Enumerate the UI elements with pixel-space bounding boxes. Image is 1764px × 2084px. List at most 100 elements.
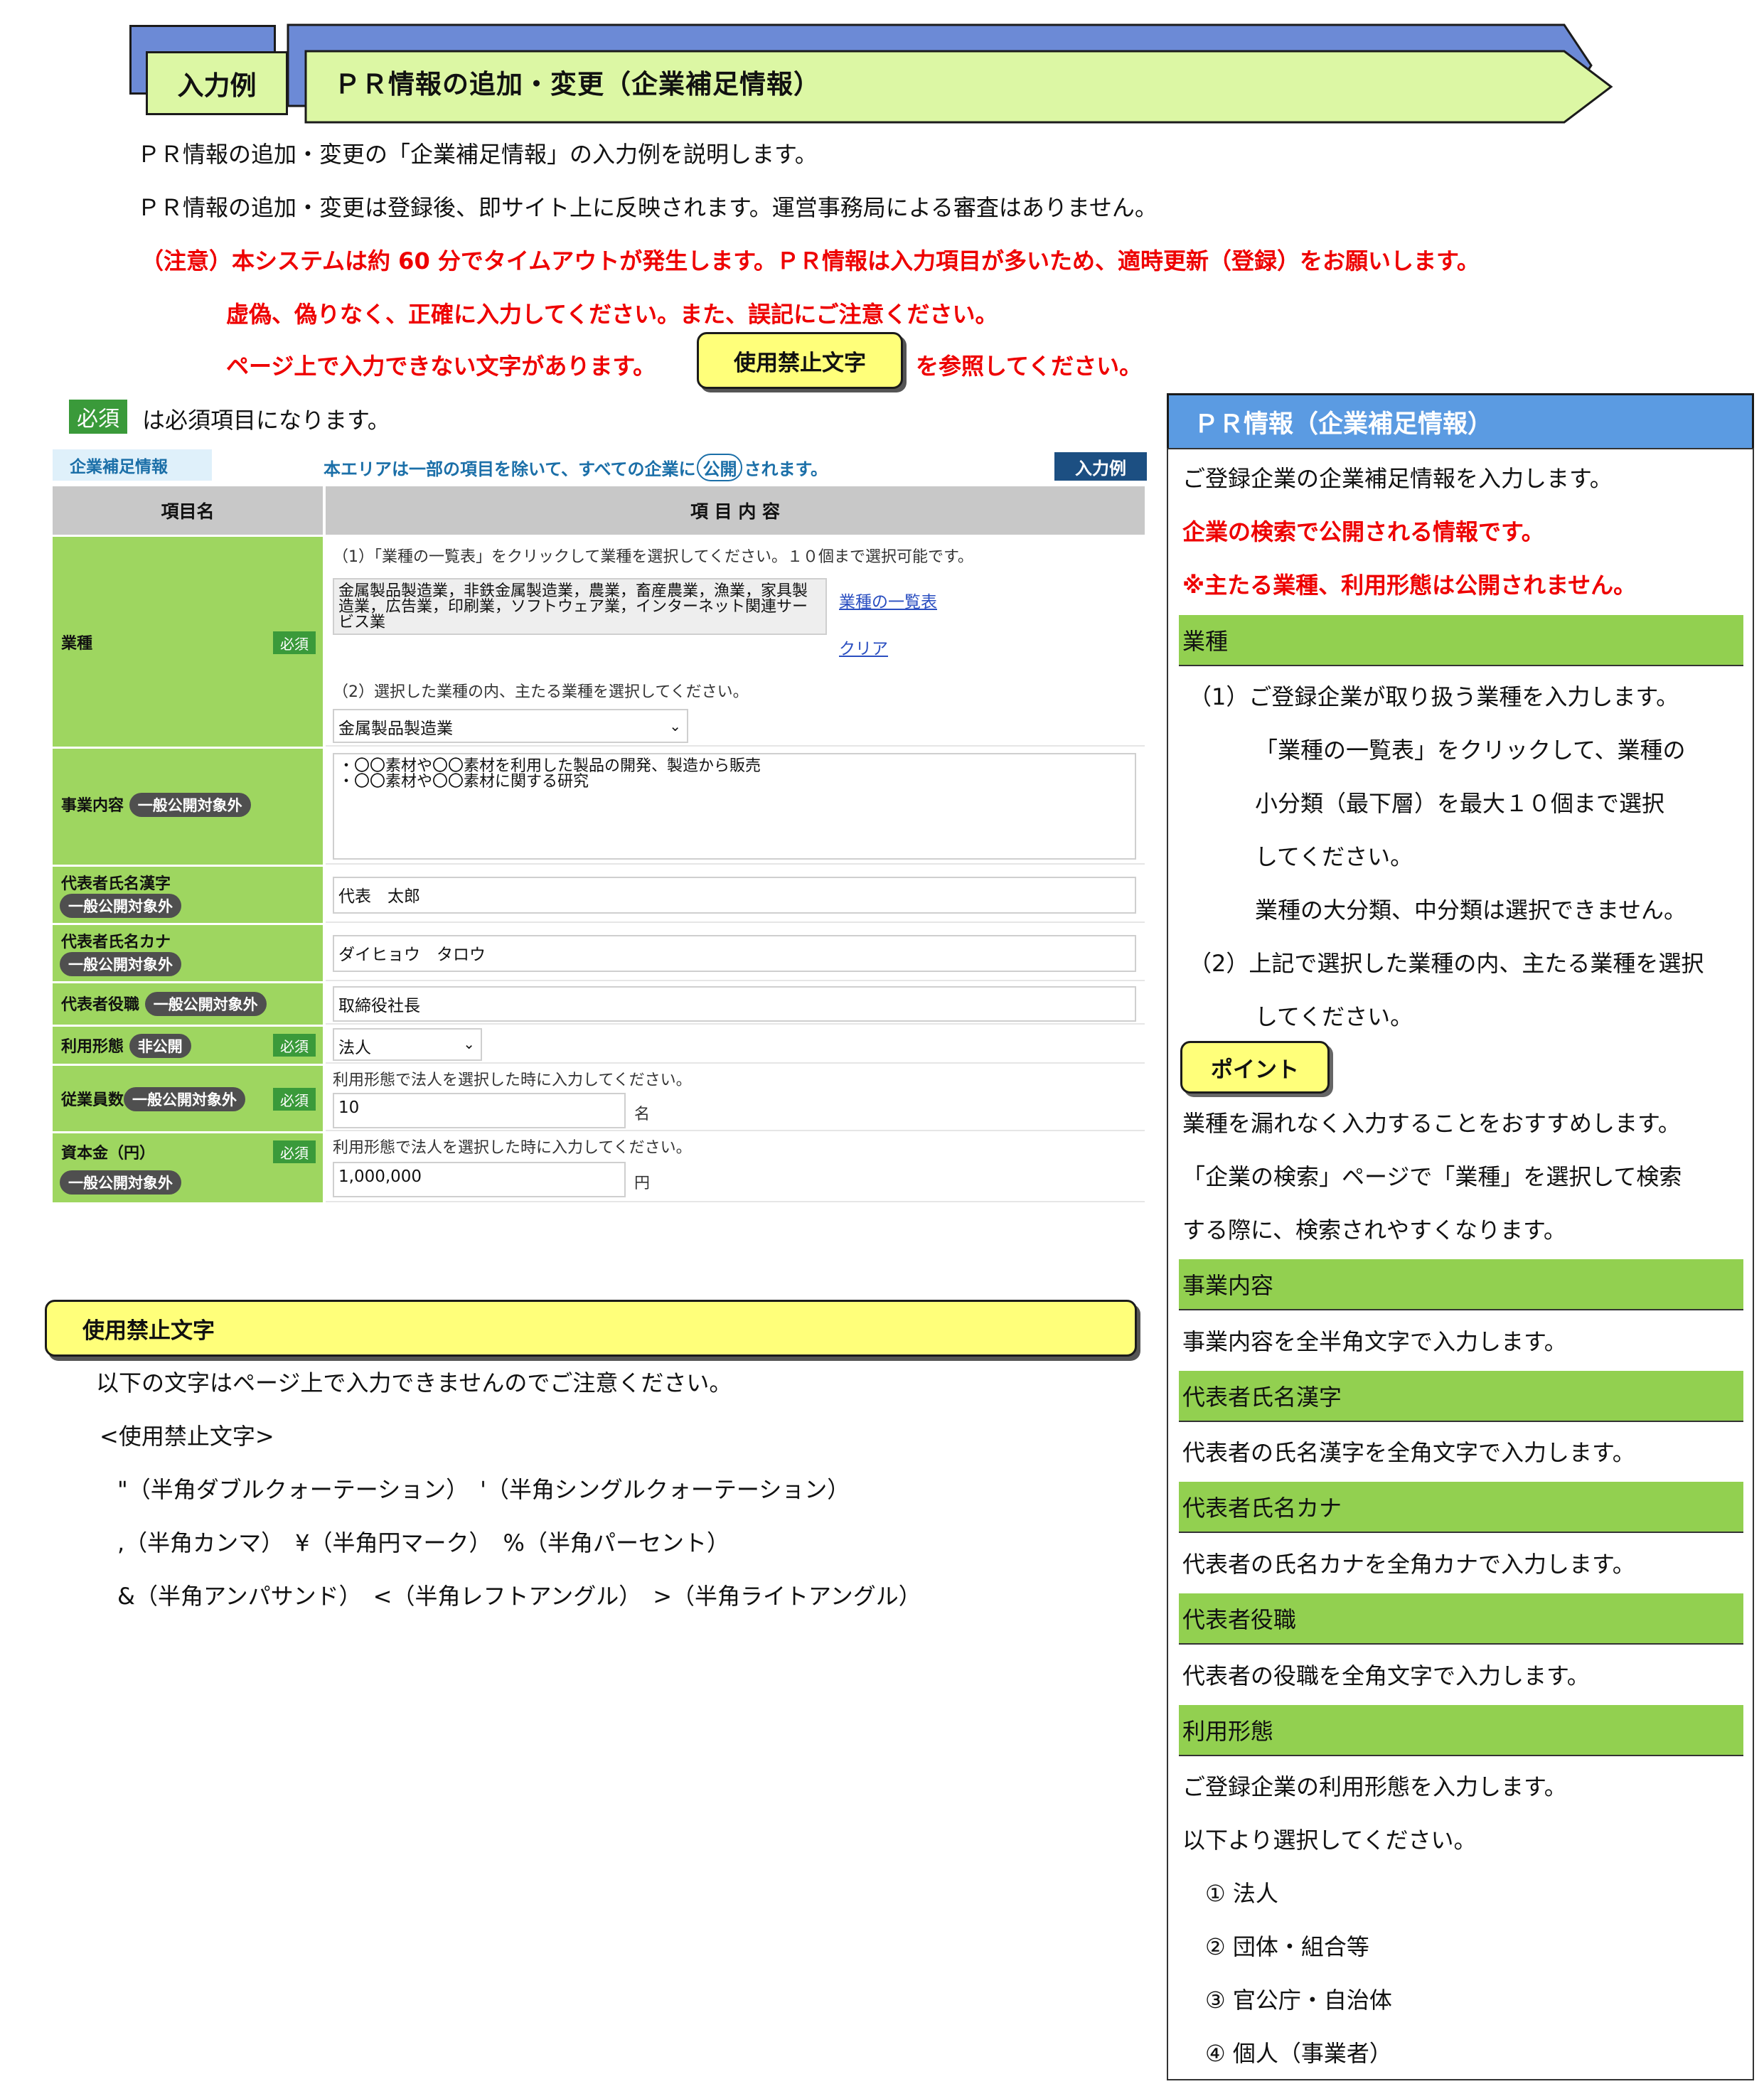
side-ind-3: 小分類（最下層）を最大１０個まで選択 bbox=[1255, 790, 1665, 817]
section-notice: 本エリアは一部の項目を除いて、すべての企業に 公開 されます。 bbox=[324, 454, 828, 481]
industry-instruction-2: （2）選択した業種の内、主たる業種を選択してください。 bbox=[333, 683, 749, 701]
capital-required-badge: 必須 bbox=[273, 1140, 316, 1163]
note-line-3-post: を参照してください。 bbox=[916, 353, 1143, 380]
usage-value: 法人 bbox=[338, 1039, 371, 1057]
side-heading-business: 事業内容 bbox=[1179, 1259, 1743, 1310]
side-ind-5: 業種の大分類、中分類は選択できません。 bbox=[1255, 897, 1687, 924]
header-item-content: 項 目 内 容 bbox=[326, 486, 1145, 535]
banned-row-3: &（半角アンパサンド） <（半角レフトアングル） >（半角ライトアングル） bbox=[117, 1583, 921, 1610]
side-heading-industry: 業種 bbox=[1179, 615, 1743, 666]
side-option-1: ① 法人 bbox=[1205, 1880, 1278, 1907]
banned-list-title: <使用禁止文字> bbox=[100, 1423, 274, 1450]
row-industry-label: 業種 必須 bbox=[53, 537, 323, 747]
side-intro: ご登録企業の企業補足情報を入力します。 bbox=[1182, 465, 1613, 492]
row-rep-title-content: 取締役社長 bbox=[326, 983, 1145, 1025]
row-business-content: ・〇〇素材や〇〇素材を利用した製品の開発、製造から販売 ・〇〇素材や〇〇素材に関… bbox=[326, 749, 1145, 865]
capital-unit: 円 bbox=[634, 1175, 651, 1192]
employees-label: 従業員数 一般公開対象外 bbox=[61, 1087, 246, 1111]
capital-pill-wrap: 一般公開対象外 bbox=[60, 1170, 181, 1195]
industry-list-link[interactable]: 業種の一覧表 bbox=[839, 588, 937, 612]
employees-label-text: 従業員数 bbox=[61, 1091, 124, 1109]
main-industry-select[interactable]: 金属製品製造業 ⌄ bbox=[333, 709, 688, 743]
usage-required-badge: 必須 bbox=[273, 1034, 316, 1057]
rep-title-general-pill: 一般公開対象外 bbox=[144, 992, 267, 1016]
side-panel-title: ＰＲ情報（企業補足情報） bbox=[1167, 393, 1754, 449]
side-option-2: ② 団体・組合等 bbox=[1205, 1933, 1369, 1960]
business-general-pill: 一般公開対象外 bbox=[129, 793, 251, 817]
rep-kanji-label: 代表者氏名漢字 bbox=[61, 875, 171, 893]
side-kana: 代表者の氏名カナを全角カナで入力します。 bbox=[1182, 1551, 1635, 1578]
business-label: 事業内容 一般公開対象外 bbox=[61, 793, 251, 817]
rep-kana-general-pill: 一般公開対象外 bbox=[60, 952, 181, 976]
banned-row-2: ,（半角カンマ） ¥（半角円マーク） %（半角パーセント） bbox=[117, 1529, 729, 1556]
rep-kana-label: 代表者氏名カナ bbox=[61, 934, 171, 951]
row-capital-label: 資本金（円） 必須 一般公開対象外 bbox=[53, 1133, 323, 1202]
notice-post: されます。 bbox=[744, 459, 828, 479]
usage-label: 利用形態 非公開 bbox=[61, 1034, 191, 1058]
required-text: は必須項目になります。 bbox=[142, 407, 390, 434]
rep-kanji-input[interactable]: 代表 太郎 bbox=[333, 877, 1136, 914]
side-option-3: ③ 官公庁・自治体 bbox=[1205, 1987, 1392, 2014]
point-label: ポイント bbox=[1180, 1041, 1330, 1094]
row-rep-kana-label: 代表者氏名カナ 一般公開対象外 bbox=[53, 925, 323, 981]
rep-title-label: 代表者役職 一般公開対象外 bbox=[61, 992, 267, 1016]
usage-select[interactable]: 法人 ⌄ bbox=[333, 1028, 482, 1061]
side-point-1: 業種を漏れなく入力することをおすすめします。 bbox=[1182, 1110, 1681, 1137]
intro-line-1: ＰＲ情報の追加・変更の「企業補足情報」の入力例を説明します。 bbox=[137, 141, 818, 168]
business-line-1: ・〇〇素材や〇〇素材を利用した製品の開発、製造から販売 bbox=[338, 757, 761, 775]
page-title: ＰＲ情報の追加・変更（企業補足情報） bbox=[334, 69, 820, 100]
banned-chars-button[interactable]: 使用禁止文字 bbox=[697, 332, 903, 389]
capital-input[interactable]: 1,000,000 bbox=[333, 1162, 626, 1197]
side-business: 事業内容を全半角文字で入力します。 bbox=[1182, 1328, 1567, 1355]
business-textarea[interactable]: ・〇〇素材や〇〇素材を利用した製品の開発、製造から販売 ・〇〇素材や〇〇素材に関… bbox=[333, 753, 1136, 860]
employees-general-pill: 一般公開対象外 bbox=[124, 1087, 246, 1111]
header-item-name: 項目名 bbox=[53, 486, 323, 535]
employees-hint: 利用形態で法人を選択した時に入力してください。 bbox=[333, 1072, 692, 1089]
side-ind-2: 「業種の一覧表」をクリックして、業種の bbox=[1255, 737, 1686, 764]
side-point-3: する際に、検索されやすくなります。 bbox=[1182, 1217, 1566, 1244]
row-employees-label: 従業員数 一般公開対象外 必須 bbox=[53, 1066, 323, 1131]
capital-general-pill: 一般公開対象外 bbox=[60, 1170, 181, 1195]
public-circle: 公開 bbox=[697, 454, 743, 481]
side-red-1: 企業の検索で公開される情報です。 bbox=[1182, 518, 1544, 545]
usage-private-pill: 非公開 bbox=[129, 1034, 191, 1058]
main-industry-value: 金属製品製造業 bbox=[338, 720, 453, 738]
industry-clear-link[interactable]: クリア bbox=[839, 635, 888, 659]
rep-kanji-general-pill: 一般公開対象外 bbox=[60, 894, 181, 918]
capital-label: 資本金（円） bbox=[61, 1145, 156, 1163]
example-badge: 入力例 bbox=[1054, 452, 1147, 481]
header-tag: 入力例 bbox=[146, 51, 288, 115]
business-line-2: ・〇〇素材や〇〇素材に関する研究 bbox=[338, 773, 589, 791]
row-rep-kanji-content: 代表 太郎 bbox=[326, 867, 1145, 923]
chevron-down-icon: ⌄ bbox=[463, 1035, 475, 1052]
required-badge: 必須 bbox=[69, 400, 127, 434]
employees-unit: 名 bbox=[634, 1106, 651, 1123]
side-ind-6: （2）上記で選択した業種の内、主たる業種を選択 bbox=[1189, 950, 1704, 977]
side-option-4: ④ 個人（事業者） bbox=[1205, 2040, 1392, 2067]
row-industry-content: （1）「業種の一覧表」をクリックして業種を選択してください。１０個まで選択可能で… bbox=[326, 537, 1145, 747]
intro-line-2: ＰＲ情報の追加・変更は登録後、即サイト上に反映されます。運営事務局による審査はあ… bbox=[137, 194, 1158, 221]
business-label-text: 事業内容 bbox=[61, 797, 124, 815]
industry-selected-field[interactable]: 金属製品製造業，非鉄金属製造業，農業，畜産農業，漁業，家具製造業，広告業，印刷業… bbox=[333, 578, 827, 635]
side-red-2: ※主たる業種、利用形態は公開されません。 bbox=[1182, 572, 1637, 599]
side-heading-usage: 利用形態 bbox=[1179, 1705, 1743, 1756]
rep-title-input[interactable]: 取締役社長 bbox=[333, 986, 1136, 1022]
side-ind-1: （1）ご登録企業が取り扱う業種を入力します。 bbox=[1189, 683, 1679, 710]
rep-title-label-text: 代表者役職 bbox=[61, 996, 140, 1014]
rep-kana-pill-wrap: 一般公開対象外 bbox=[60, 952, 181, 976]
industry-label: 業種 bbox=[61, 635, 93, 653]
employees-input[interactable]: 10 bbox=[333, 1093, 626, 1128]
row-employees-content: 利用形態で法人を選択した時に入力してください。 10 名 bbox=[326, 1066, 1145, 1131]
row-business-label: 事業内容 一般公開対象外 bbox=[53, 749, 323, 865]
banned-intro: 以下の文字はページ上で入力できませんのでご注意ください。 bbox=[96, 1369, 732, 1396]
note-line-1: （注意）本システムは約 60 分でタイムアウトが発生します。ＰＲ情報は入力項目が… bbox=[141, 247, 1480, 274]
row-rep-kana-content: ダイヒョウ タロウ bbox=[326, 925, 1145, 981]
side-title-desc: 代表者の役職を全角文字で入力します。 bbox=[1182, 1662, 1590, 1689]
side-kanji: 代表者の氏名漢字を全角文字で入力します。 bbox=[1182, 1439, 1635, 1466]
row-rep-title-label: 代表者役職 一般公開対象外 bbox=[53, 983, 323, 1025]
rep-kana-input[interactable]: ダイヒョウ タロウ bbox=[333, 935, 1136, 972]
row-rep-kanji-label: 代表者氏名漢字 一般公開対象外 bbox=[53, 867, 323, 923]
side-heading-kanji: 代表者氏名漢字 bbox=[1179, 1371, 1743, 1422]
notice-pre: 本エリアは一部の項目を除いて、すべての企業に bbox=[324, 459, 696, 479]
note-line-2: 虚偽、偽りなく、正確に入力してください。また、誤記にご注意ください。 bbox=[226, 301, 998, 328]
